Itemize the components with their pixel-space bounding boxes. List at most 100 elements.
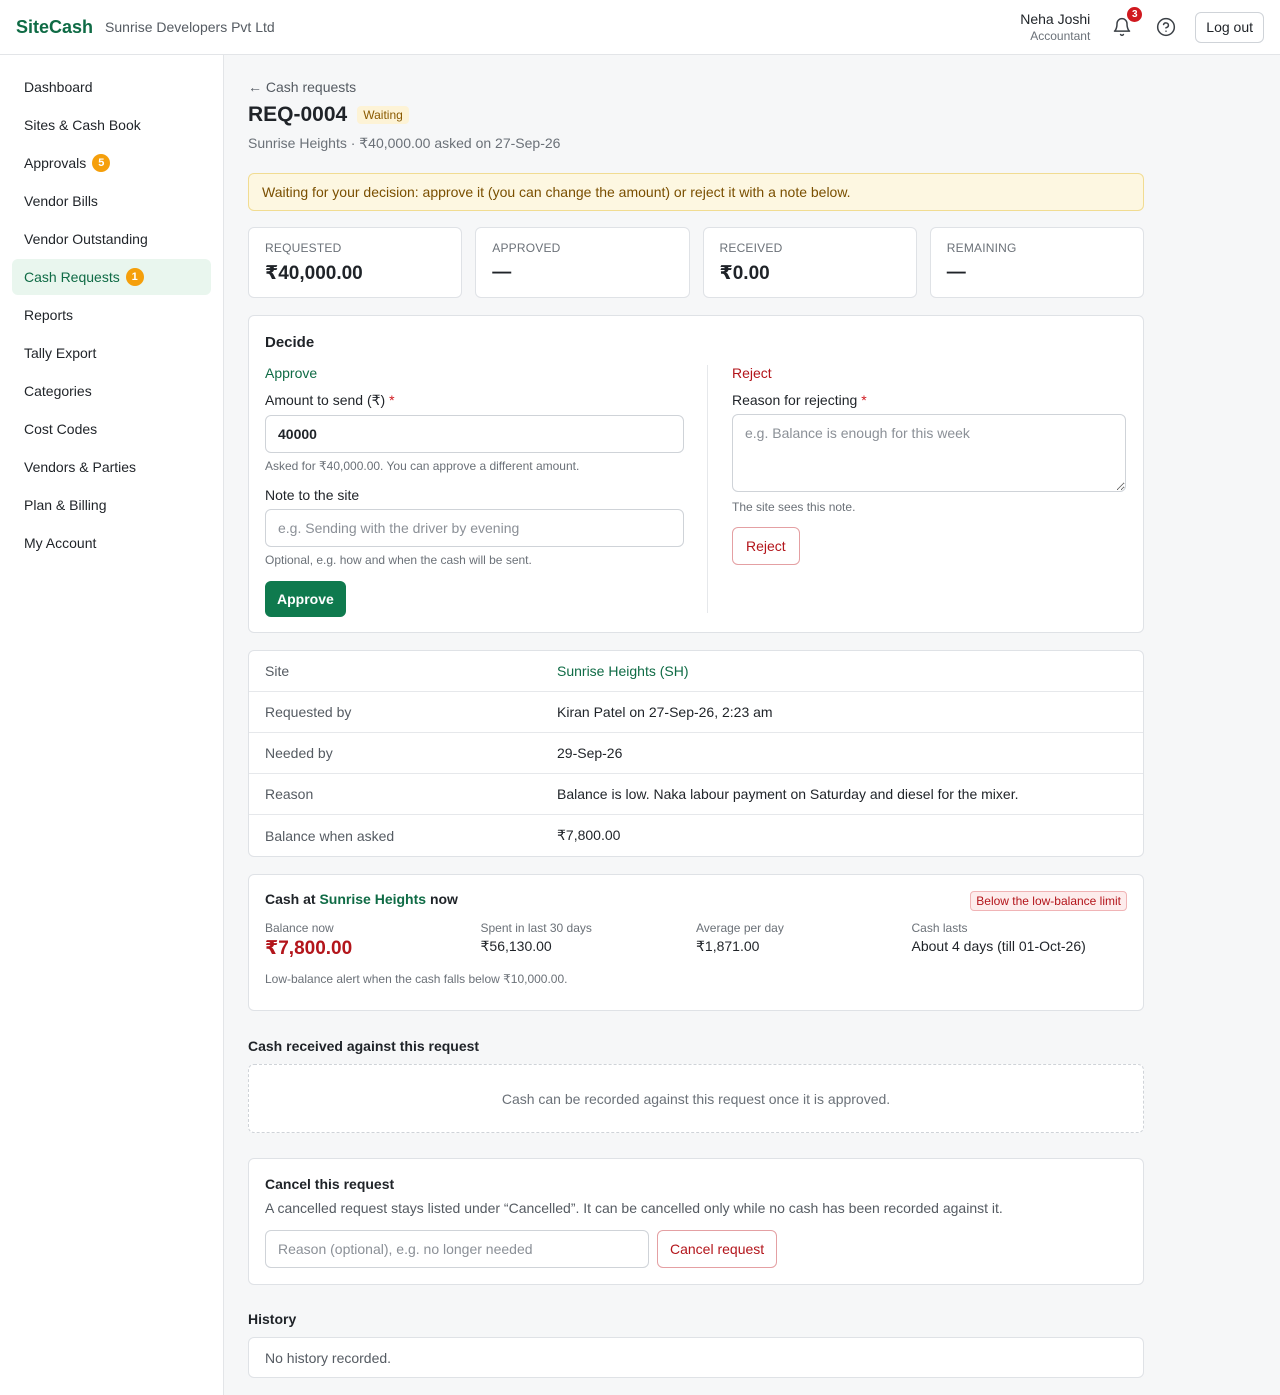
detail-value: ₹7,800.00 [557, 827, 621, 843]
amount-label-text: Amount to send (₹) [265, 392, 386, 408]
sidebar-item-label: Sites & Cash Book [24, 117, 141, 133]
metric-average-per-day: Average per day ₹1,871.00 [696, 921, 912, 960]
sidebar-item-my-account[interactable]: My Account [12, 525, 211, 561]
request-details-card: Site Sunrise Heights (SH) Requested by K… [248, 650, 1144, 857]
sidebar-item-dashboard[interactable]: Dashboard [12, 69, 211, 105]
note-label: Note to the site [265, 487, 360, 503]
sidebar-item-label: Vendors & Parties [24, 459, 137, 475]
metric-cash-lasts: Cash lasts About 4 days (till 01-Oct-26) [912, 921, 1128, 960]
stat-value: — [492, 262, 512, 283]
sidebar-item-approvals[interactable]: Approvals 5 [12, 145, 211, 181]
decide-card: Decide Approve Amount to send (₹) * Aske… [248, 315, 1144, 633]
cancel-request-button[interactable]: Cancel request [657, 1230, 778, 1268]
sidebar-item-reports[interactable]: Reports [12, 297, 211, 333]
sidebar-item-categories[interactable]: Categories [12, 373, 211, 409]
notification-count-badge: 3 [1127, 7, 1143, 22]
cancel-card: Cancel this request A cancelled request … [248, 1158, 1144, 1285]
stat-label: RECEIVED [719, 241, 783, 255]
sidebar-item-cost-codes[interactable]: Cost Codes [12, 411, 211, 447]
cash-now-site-link[interactable]: Sunrise Heights [319, 891, 426, 907]
table-row: Requested by Kiran Patel on 27-Sep-26, 2… [249, 692, 1143, 733]
back-link[interactable]: ← Cash requests [248, 79, 1144, 95]
stat-value: — [946, 262, 966, 283]
logout-button[interactable]: Log out [1195, 11, 1264, 43]
sidebar: Dashboard Sites & Cash Book Approvals 5 V… [0, 55, 224, 1395]
reject-button[interactable]: Reject [732, 527, 800, 565]
amount-label: Amount to send (₹) * [265, 392, 683, 409]
bell-icon[interactable]: 3 [1112, 7, 1143, 37]
sidebar-item-label: Vendor Outstanding [24, 231, 148, 247]
cash-now-title-suffix: now [429, 891, 458, 907]
sidebar-item-vendor-bills[interactable]: Vendor Bills [12, 183, 211, 219]
approvals-count-badge: 5 [92, 154, 111, 172]
user-info: Neha Joshi Accountant [1020, 11, 1090, 43]
metric-value: ₹7,800.00 [265, 938, 353, 959]
title-row: REQ-0004 Waiting [248, 103, 1144, 127]
sidebar-item-label: Approvals [24, 155, 87, 171]
cash-metrics: Balance now ₹7,800.00 Spent in last 30 d… [265, 921, 1127, 960]
cancel-title: Cancel this request [265, 1176, 395, 1192]
table-row: Reason Balance is low. Naka labour payme… [249, 774, 1143, 815]
sidebar-item-plan-billing[interactable]: Plan & Billing [12, 487, 211, 523]
detail-value: Kiran Patel on 27-Sep-26, 2:23 am [557, 704, 773, 720]
reject-hint: The site sees this note. [732, 500, 856, 514]
amount-hint: Asked for ₹40,000.00. You can approve a … [265, 459, 580, 473]
detail-key: Site [265, 663, 290, 679]
top-bar-right: Neha Joshi Accountant 3 Log out [1020, 7, 1264, 43]
sidebar-item-label: Dashboard [24, 79, 93, 95]
amount-input[interactable] [265, 415, 684, 453]
brand-logo[interactable]: SiteCash [16, 17, 93, 38]
metric-label: Cash lasts [911, 921, 968, 935]
decide-title: Decide [265, 334, 315, 351]
cash-requests-count-badge: 1 [125, 268, 144, 286]
approve-button[interactable]: Approve [265, 581, 346, 617]
stat-approved: APPROVED — [475, 227, 690, 298]
cancel-description: A cancelled request stays listed under “… [265, 1200, 1003, 1216]
sidebar-item-vendor-outstanding[interactable]: Vendor Outstanding [12, 221, 211, 257]
help-circle-icon[interactable] [1156, 17, 1176, 37]
reason-label: Reason for rejecting * [732, 392, 1127, 408]
detail-key: Requested by [265, 704, 352, 720]
metric-label: Average per day [696, 921, 784, 935]
reject-section: Reject Reason for rejecting * The site s… [708, 365, 1127, 613]
metric-label: Balance now [265, 921, 334, 935]
decision-alert: Waiting for your decision: approve it (y… [248, 173, 1144, 211]
company-name: Sunrise Developers Pvt Ltd [105, 19, 275, 35]
cancel-row: Cancel request [265, 1230, 1127, 1268]
sidebar-item-label: Cost Codes [24, 421, 98, 437]
page-subtitle: Sunrise Heights · ₹40,000.00 asked on 27… [248, 135, 561, 151]
sidebar-item-label: Vendor Bills [24, 193, 98, 209]
top-bar: SiteCash Sunrise Developers Pvt Ltd Neha… [0, 0, 1280, 55]
history-title: History [248, 1311, 297, 1327]
sidebar-item-cash-requests[interactable]: Cash Requests 1 [12, 259, 211, 295]
stat-requested: REQUESTED ₹40,000.00 [248, 227, 463, 298]
approve-section: Approve Amount to send (₹) * Asked for ₹… [265, 365, 708, 617]
stat-received: RECEIVED ₹0.00 [702, 227, 917, 298]
table-row: Site Sunrise Heights (SH) [249, 651, 1143, 692]
sidebar-item-sites-cash-book[interactable]: Sites & Cash Book [12, 107, 211, 143]
sidebar-item-tally-export[interactable]: Tally Export [12, 335, 211, 371]
table-row: Needed by 29-Sep-26 [249, 733, 1143, 774]
detail-key: Reason [265, 786, 314, 802]
user-name: Neha Joshi [1020, 11, 1091, 27]
site-link[interactable]: Sunrise Heights (SH) [557, 663, 689, 679]
table-row: Balance when asked ₹7,800.00 [249, 815, 1143, 856]
note-input[interactable] [265, 509, 684, 547]
received-title: Cash received against this request [248, 1038, 480, 1054]
metric-spent-30-days: Spent in last 30 days ₹56,130.00 [481, 921, 697, 960]
detail-key: Needed by [265, 745, 333, 761]
sidebar-item-label: My Account [24, 535, 97, 551]
sidebar-item-vendors-parties[interactable]: Vendors & Parties [12, 449, 211, 485]
metric-value: ₹56,130.00 [480, 938, 552, 954]
low-balance-note: Low-balance alert when the cash falls be… [265, 972, 568, 986]
decide-columns: Approve Amount to send (₹) * Asked for ₹… [265, 365, 1127, 617]
sidebar-item-label: Tally Export [24, 345, 97, 361]
reject-heading: Reject [732, 365, 772, 381]
cancel-reason-input[interactable] [265, 1230, 649, 1268]
low-balance-badge: Below the low-balance limit [970, 891, 1127, 911]
sidebar-item-label: Reports [24, 307, 74, 323]
reject-reason-textarea[interactable] [732, 414, 1126, 492]
detail-key: Balance when asked [265, 827, 395, 844]
required-mark: * [389, 392, 395, 408]
stat-label: REQUESTED [265, 241, 342, 255]
